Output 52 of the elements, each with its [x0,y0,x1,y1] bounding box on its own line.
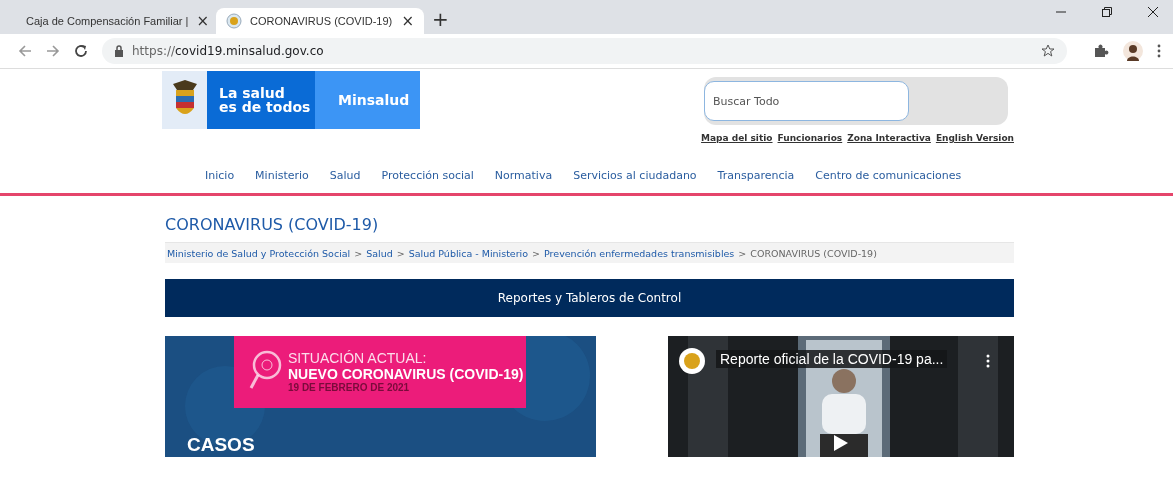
slogan-text: La salud es de todos [219,86,311,114]
header-link[interactable]: Zona Interactiva [847,133,931,143]
reload-icon[interactable] [74,44,88,58]
banner-subtitle: SITUACIÓN ACTUAL: [288,351,428,367]
header-link[interactable]: Mapa del sitio [701,133,773,143]
header-link[interactable]: Funcionarios [777,133,843,143]
menu-icon[interactable] [1157,44,1161,58]
browser-tab[interactable]: CORONAVIRUS (COVID-19) × [216,8,424,34]
restore-icon[interactable] [1101,6,1113,18]
forward-icon[interactable] [46,44,60,58]
banner-date: 19 DE FEBRERO DE 2021 [288,381,411,393]
breadcrumb-link[interactable]: Salud [366,247,393,259]
nav-item[interactable]: Inicio [205,169,235,193]
tab-title: CORONAVIRUS (COVID-19) [250,15,394,27]
breadcrumb-separator: > [396,247,405,259]
banner-title: NUEVO CORONAVIRUS (COVID-19) [288,366,524,382]
back-icon[interactable] [18,44,32,58]
brand-text: Minsalud [338,92,410,108]
new-tab-button[interactable]: + [432,7,449,31]
close-icon[interactable] [1147,6,1159,18]
search-field[interactable]: Buscar Todo [704,81,909,121]
breadcrumb-separator: > [354,247,363,259]
header-link[interactable]: English Version [935,133,1014,143]
breadcrumb-link[interactable]: Prevención enfermedades transmisibles [544,247,735,259]
url-text: https://covid19.minsalud.gov.co [132,44,324,58]
breadcrumb-separator: > [532,247,541,259]
breadcrumb-current: CORONAVIRUS (COVID-19) [750,247,877,259]
avatar-icon[interactable] [1123,41,1143,61]
close-icon[interactable]: × [401,12,414,30]
more-icon[interactable] [986,354,990,368]
close-icon[interactable]: × [196,12,209,30]
breadcrumb-link[interactable]: Ministerio de Salud y Protección Social [167,247,351,259]
nav-item[interactable]: Centro de comunicaciones [815,169,962,193]
tab-title: Caja de Compensación Familiar | [26,15,189,27]
nav-item[interactable]: Transparencia [717,169,795,193]
nav-item[interactable]: Salud [329,169,361,193]
nav-item[interactable]: Ministerio [255,169,309,193]
nav-item[interactable]: Normativa [494,169,553,193]
puzzle-icon[interactable] [1093,43,1109,59]
video-title[interactable]: Reporte oficial de la COVID-19 pa... [716,350,948,368]
browser-tab[interactable]: Caja de Compensación Familiar | × [8,8,216,34]
nav-item[interactable]: Servicios al ciudadano [573,169,697,193]
breadcrumb-separator: > [738,247,747,259]
breadcrumb-link[interactable]: Salud Pública - Ministerio [408,247,529,259]
address-field[interactable]: https://covid19.minsalud.gov.co [102,38,1067,64]
section-title: Reportes y Tableros de Control [497,291,682,305]
cases-heading: CASOS [187,434,255,456]
lock-icon [114,45,124,57]
channel-icon[interactable] [679,348,705,374]
play-icon[interactable] [833,434,849,452]
star-icon[interactable] [1041,44,1055,58]
nav-item[interactable]: Protección social [381,169,474,193]
